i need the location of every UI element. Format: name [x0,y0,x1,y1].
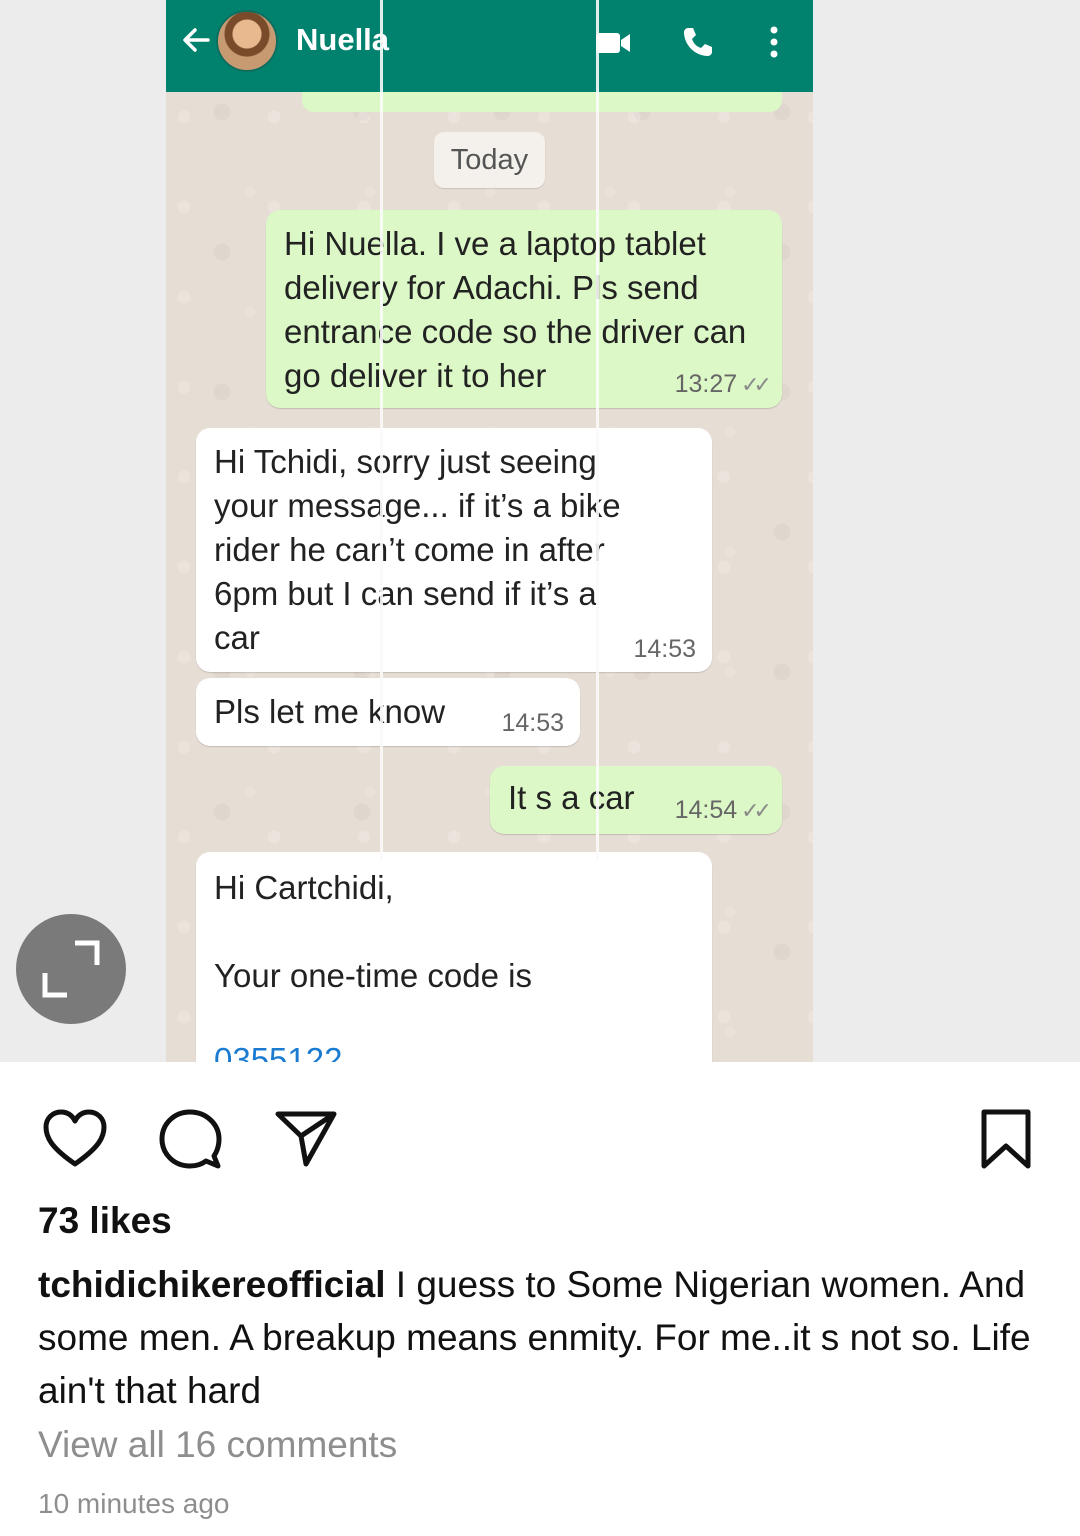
message-text: Hi Tchidi, sorry just seeing your messag… [214,443,621,656]
message-bubble-incoming: Hi Cartchidi, Your one-time code is 0355… [196,852,712,1062]
screenshot-artifact-line [380,0,383,860]
likes-count[interactable]: 73 likes [38,1200,172,1242]
avatar [216,10,278,72]
message-bubble-outgoing: Hi Nuella. I ve a laptop tablet delivery… [266,210,782,408]
message-bubble-outgoing: It s a car 14:54 ✓✓ [490,766,782,834]
contact-name: Nuella [296,22,390,57]
message-time: 14:54 [674,796,738,824]
read-ticks-icon: ✓✓ [741,798,772,823]
message-bubble-incoming: Pls let me know 14:53 [196,678,580,746]
post-image[interactable]: Nuella Today Hi Nuella. I ve a laptop ta… [0,0,1080,1062]
chat-screenshot: Nuella Today Hi Nuella. I ve a laptop ta… [166,0,813,1062]
message-time: 14:53 [633,635,696,663]
read-ticks-icon: ✓✓ [741,372,772,397]
message-meta: 14:54 ✓✓ [674,795,772,826]
video-call-icon [596,33,630,53]
message-time: 14:53 [501,709,564,737]
date-chip: Today [434,132,545,188]
chat-header: Nuella [166,0,813,92]
message-meta: 13:27 ✓✓ [674,369,772,400]
message-time: 13:27 [674,370,738,398]
message-text: Your one-time code is [214,957,532,994]
expand-icon [42,940,100,998]
comment-icon[interactable] [158,1108,222,1170]
message-greeting: Hi Cartchidi, [214,869,394,906]
share-icon[interactable] [274,1108,338,1168]
message-bubble-incoming: Hi Tchidi, sorry just seeing your messag… [196,428,712,672]
username-link[interactable]: tchidichikereofficial [38,1264,386,1305]
post-caption: tchidichikereofficial I guess to Some Ni… [38,1258,1038,1417]
phone-icon [684,28,712,56]
view-comments-link[interactable]: View all 16 comments [38,1424,397,1466]
post-actions [0,1100,1080,1180]
expand-button[interactable] [16,914,126,1024]
heart-icon[interactable] [42,1108,108,1168]
otp-code: 0355122 [214,1041,343,1062]
post-timestamp: 10 minutes ago [38,1488,230,1519]
more-options-icon [770,26,778,58]
screenshot-artifact-line [596,0,599,860]
bookmark-icon[interactable] [980,1108,1032,1170]
back-arrow-icon [183,28,210,52]
